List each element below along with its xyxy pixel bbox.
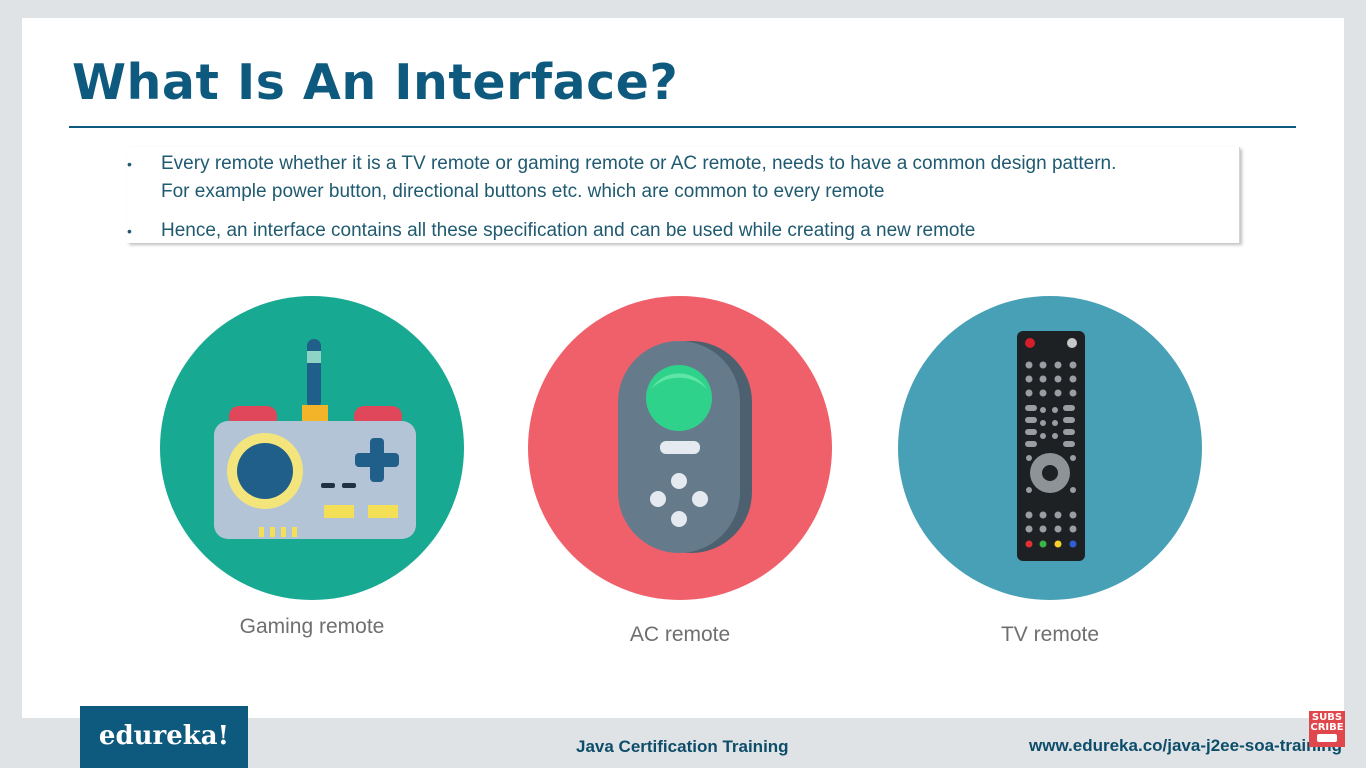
slide-title: What Is An Interface?	[72, 54, 679, 111]
bullet-line: Hence, an interface contains all these s…	[161, 220, 976, 241]
ac-remote-label: AC remote	[629, 623, 731, 646]
tv-remote-label: TV remote	[1000, 623, 1100, 646]
ac-remote-icon	[528, 296, 832, 600]
bullet-line: Every remote whether it is a TV remote o…	[161, 153, 1117, 174]
subscribe-button[interactable]: SUBS CRIBE	[1309, 711, 1345, 747]
bell-icon	[1317, 734, 1337, 742]
course-name: Java Certification Training	[576, 737, 789, 756]
edureka-logo: edureka!	[80, 706, 248, 768]
ac-remote-card: AC remote	[520, 293, 840, 647]
title-divider	[69, 126, 1296, 128]
gaming-remote-card: Gaming remote	[152, 293, 472, 639]
bullet-item: • Every remote whether it is a TV remote…	[127, 150, 1217, 206]
gamepad-icon	[160, 296, 464, 600]
tv-remote-icon	[898, 296, 1202, 600]
bullet-dot-icon: •	[127, 223, 132, 239]
bullet-item: • Hence, an interface contains all these…	[127, 217, 1217, 245]
gaming-remote-label: Gaming remote	[239, 615, 385, 638]
bullet-dot-icon: •	[127, 156, 132, 172]
slide: What Is An Interface? • Every remote whe…	[22, 18, 1344, 718]
footer-bar: edureka! Java Certification Training www…	[0, 706, 1366, 768]
bullet-box: • Every remote whether it is a TV remote…	[127, 147, 1240, 243]
tv-remote-card: TV remote	[890, 293, 1210, 647]
course-url-link[interactable]: www.edureka.co/java-j2ee-soa-training	[1029, 736, 1342, 756]
subscribe-label: CRIBE	[1310, 722, 1344, 733]
bullet-line: For example power button, directional bu…	[161, 181, 885, 202]
